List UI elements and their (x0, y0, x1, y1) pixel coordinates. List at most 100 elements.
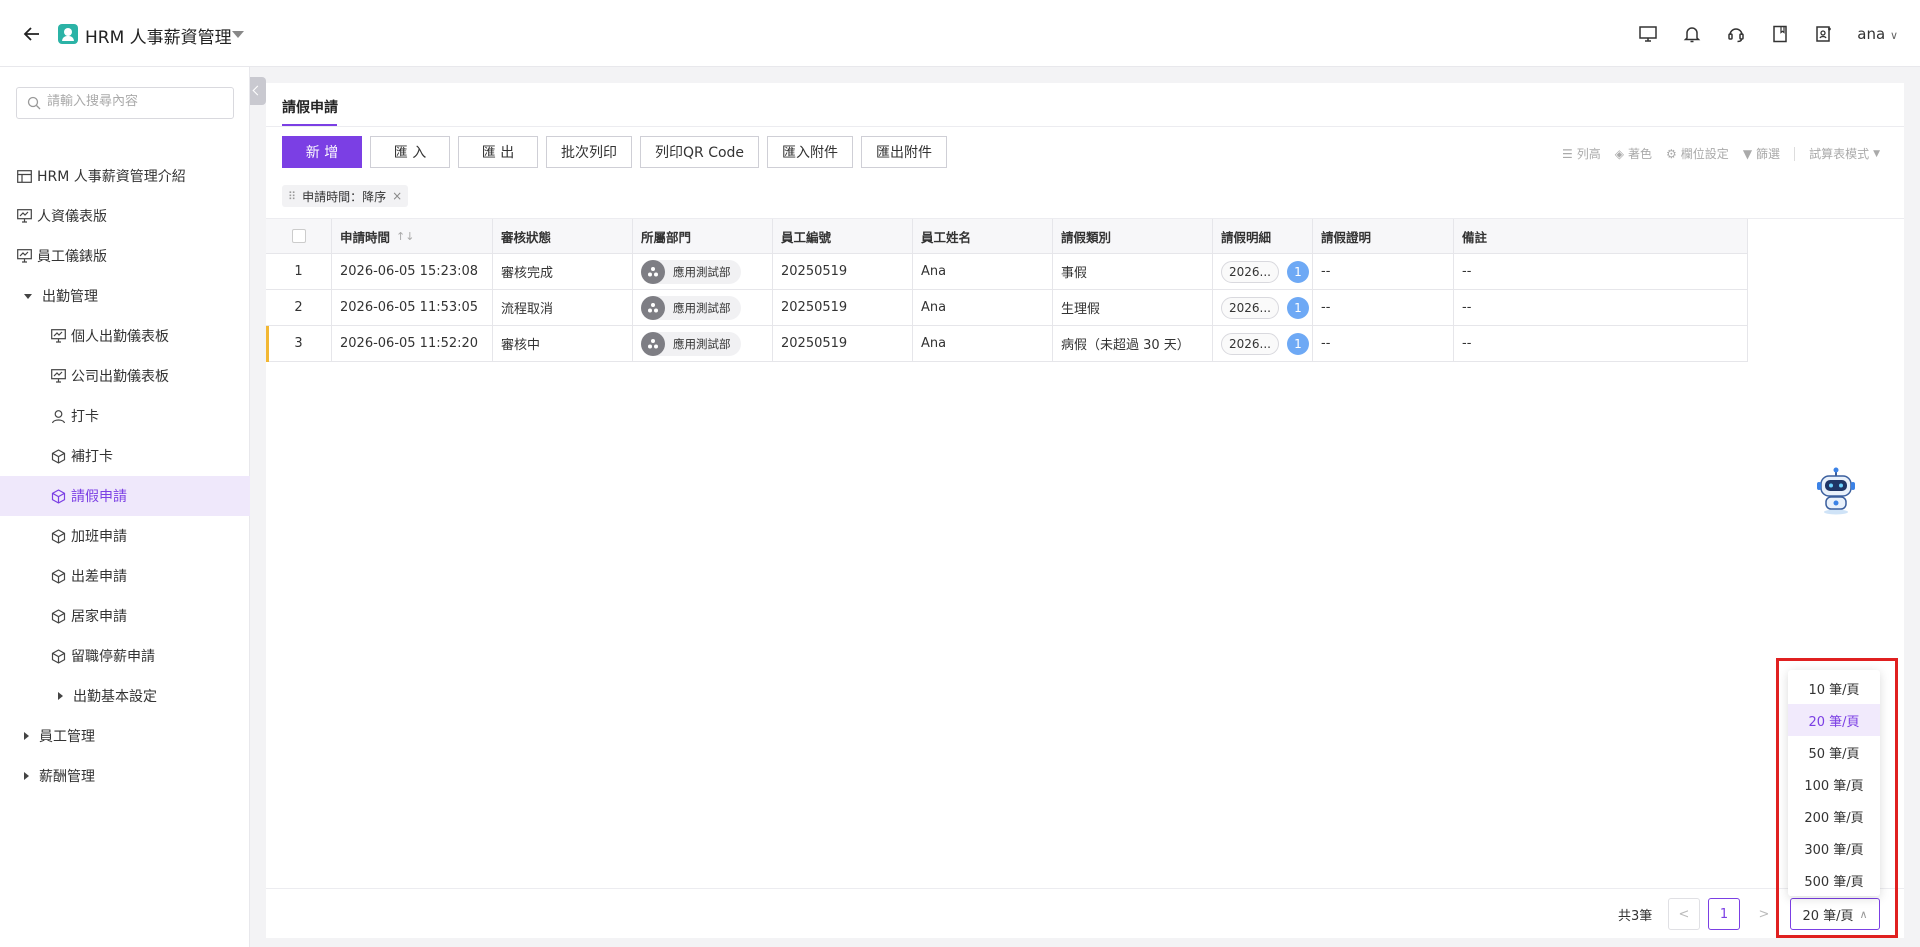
sort-chip[interactable]: ⠿ 申請時間：降序 × (282, 185, 409, 207)
header-department[interactable]: 所屬部門 (633, 219, 773, 253)
detail-count-badge[interactable]: 1 (1286, 296, 1309, 319)
sort-icon[interactable]: ↑↓ (396, 230, 414, 243)
select-all-checkbox[interactable] (291, 229, 306, 243)
user-icon (50, 408, 66, 424)
row-highlight-marker (266, 326, 269, 362)
headset-icon[interactable] (1725, 23, 1747, 45)
sidebar-collapse-button[interactable] (250, 77, 266, 105)
department-tag[interactable]: 應用測試部 (641, 295, 741, 320)
row-number: 1 (266, 254, 332, 289)
sidebar-group-attendance-settings[interactable]: 出勤基本設定 (0, 676, 250, 716)
sidebar-item-employee-dashboard[interactable]: 員工儀錶版 (0, 236, 250, 276)
department-tag[interactable]: 應用測試部 (641, 259, 741, 284)
sidebar-item-hr-dashboard[interactable]: 人資儀表版 (0, 196, 250, 236)
column-settings-button[interactable]: ⚙ 欄位設定 (1666, 145, 1729, 162)
view-tools: ☰ 列高 ◈ 著色 ⚙ 欄位設定 ▼ 篩選 試算表模式 ▼ (1548, 145, 1880, 162)
cell-employee-id: 20250519 (773, 326, 913, 361)
cell-note: -- (1454, 290, 1748, 325)
table-row[interactable]: 1 2026-06-05 15:23:08 審核完成 應用測試部 2025051… (266, 254, 1748, 290)
cube-icon (50, 608, 66, 624)
sidebar-group-employee[interactable]: 員工管理 (0, 716, 250, 756)
search-input[interactable] (47, 94, 227, 109)
sidebar-item-label: 員工儀錶版 (37, 249, 107, 265)
page-button-current[interactable]: 1 (1708, 898, 1740, 930)
app-title[interactable]: HRM 人事薪資管理 (85, 23, 232, 48)
back-arrow-icon[interactable] (22, 24, 42, 44)
table-icon (16, 168, 32, 184)
header-employee-id[interactable]: 員工編號 (773, 219, 913, 253)
department-name: 應用測試部 (673, 300, 731, 315)
user-edit-icon[interactable] (1813, 23, 1835, 45)
add-button[interactable]: 新 增 (282, 136, 362, 168)
cube-icon (50, 448, 66, 464)
header-status[interactable]: 審核狀態 (493, 219, 633, 253)
export-button[interactable]: 匯 出 (458, 136, 538, 168)
leave-detail-tag[interactable]: 2026... (1221, 260, 1279, 283)
department-name: 應用測試部 (673, 264, 731, 279)
batch-print-button[interactable]: 批次列印 (546, 136, 632, 168)
caret-right-icon (24, 772, 29, 780)
detail-count-badge[interactable]: 1 (1286, 332, 1309, 355)
header-leave-type[interactable]: 請假類別 (1053, 219, 1213, 253)
header-label: 申請時間 (340, 229, 391, 245)
export-attachment-button[interactable]: 匯出附件 (861, 136, 948, 168)
sidebar-item-hrm-intro[interactable]: HRM 人事薪資管理介紹 (0, 156, 250, 196)
leave-detail-tag[interactable]: 2026... (1221, 332, 1279, 355)
header-leave-proof[interactable]: 請假證明 (1313, 219, 1454, 253)
sidebar-item-label: 留職停薪申請 (71, 649, 155, 665)
cube-icon (50, 528, 66, 544)
sheet-mode-button[interactable]: 試算表模式 ▼ (1809, 145, 1880, 162)
leave-detail-tag[interactable]: 2026... (1221, 296, 1279, 319)
prev-page-button[interactable]: < (1668, 898, 1700, 930)
monitor-icon[interactable] (1637, 23, 1659, 45)
department-tag[interactable]: 應用測試部 (641, 331, 741, 356)
sort-chip-label: 申請時間：降序 (302, 189, 387, 204)
sidebar-item-clock-in[interactable]: 打卡 (0, 396, 250, 436)
sidebar-item-label: 加班申請 (71, 529, 127, 545)
color-button[interactable]: ◈ 著色 (1615, 145, 1652, 162)
header-note[interactable]: 備註 (1454, 219, 1748, 253)
close-icon[interactable]: × (392, 189, 402, 203)
header-employee-name[interactable]: 員工姓名 (913, 219, 1053, 253)
row-height-icon: ☰ (1562, 146, 1573, 161)
drag-handle-icon[interactable]: ⠿ (288, 190, 296, 203)
detail-count-badge[interactable]: 1 (1286, 260, 1309, 283)
dashboard-icon (50, 368, 66, 384)
bell-icon[interactable] (1681, 23, 1703, 45)
top-header: HRM 人事薪資管理 ana ∨ (0, 0, 1920, 67)
sidebar-item-overtime-request[interactable]: 加班申請 (0, 516, 250, 556)
sidebar-item-business-trip-request[interactable]: 出差申請 (0, 556, 250, 596)
tab-leave-request[interactable]: 請假申請 (282, 97, 338, 117)
robot-assistant-icon[interactable] (1811, 466, 1861, 516)
sidebar-item-leave-request[interactable]: 請假申請 (0, 476, 250, 516)
sidebar-item-unpaid-leave-request[interactable]: 留職停薪申請 (0, 636, 250, 676)
cell-leave-detail: 2026... 1 (1213, 326, 1313, 361)
row-height-button[interactable]: ☰ 列高 (1562, 145, 1601, 162)
sidebar-item-wfh-request[interactable]: 居家申請 (0, 596, 250, 636)
cell-status: 審核完成 (493, 254, 633, 289)
row-number: 2 (266, 290, 332, 325)
department-icon (641, 331, 665, 356)
sidebar-search[interactable] (16, 87, 234, 119)
header-apply-time[interactable]: 申請時間 ↑↓ (332, 219, 493, 253)
sidebar-item-label: 出勤基本設定 (73, 689, 157, 705)
sidebar-group-attendance[interactable]: 出勤管理 (0, 276, 250, 316)
filter-button[interactable]: ▼ 篩選 (1743, 145, 1780, 162)
import-attachment-button[interactable]: 匯入附件 (767, 136, 854, 168)
book-icon[interactable] (1769, 23, 1791, 45)
app-switch-caret-icon[interactable] (232, 31, 244, 38)
cell-leave-type: 生理假 (1053, 290, 1213, 325)
table-row[interactable]: 3 2026-06-05 11:52:20 審核中 應用測試部 20250519… (266, 326, 1748, 362)
sidebar-item-personal-attendance[interactable]: 個人出勤儀表板 (0, 316, 250, 356)
cell-employee-id: 20250519 (773, 254, 913, 289)
table-row[interactable]: 2 2026-06-05 11:53:05 流程取消 應用測試部 2025051… (266, 290, 1748, 326)
header-leave-detail[interactable]: 請假明細 (1213, 219, 1313, 253)
sidebar-group-payroll[interactable]: 薪酬管理 (0, 756, 250, 796)
sidebar-item-makeup-clock-in[interactable]: 補打卡 (0, 436, 250, 476)
user-menu[interactable]: ana ∨ (1857, 25, 1898, 43)
color-label: 著色 (1628, 147, 1653, 161)
sidebar-item-company-attendance[interactable]: 公司出勤儀表板 (0, 356, 250, 396)
print-qr-button[interactable]: 列印QR Code (640, 136, 760, 168)
import-button[interactable]: 匯 入 (370, 136, 450, 168)
cell-employee-id: 20250519 (773, 290, 913, 325)
